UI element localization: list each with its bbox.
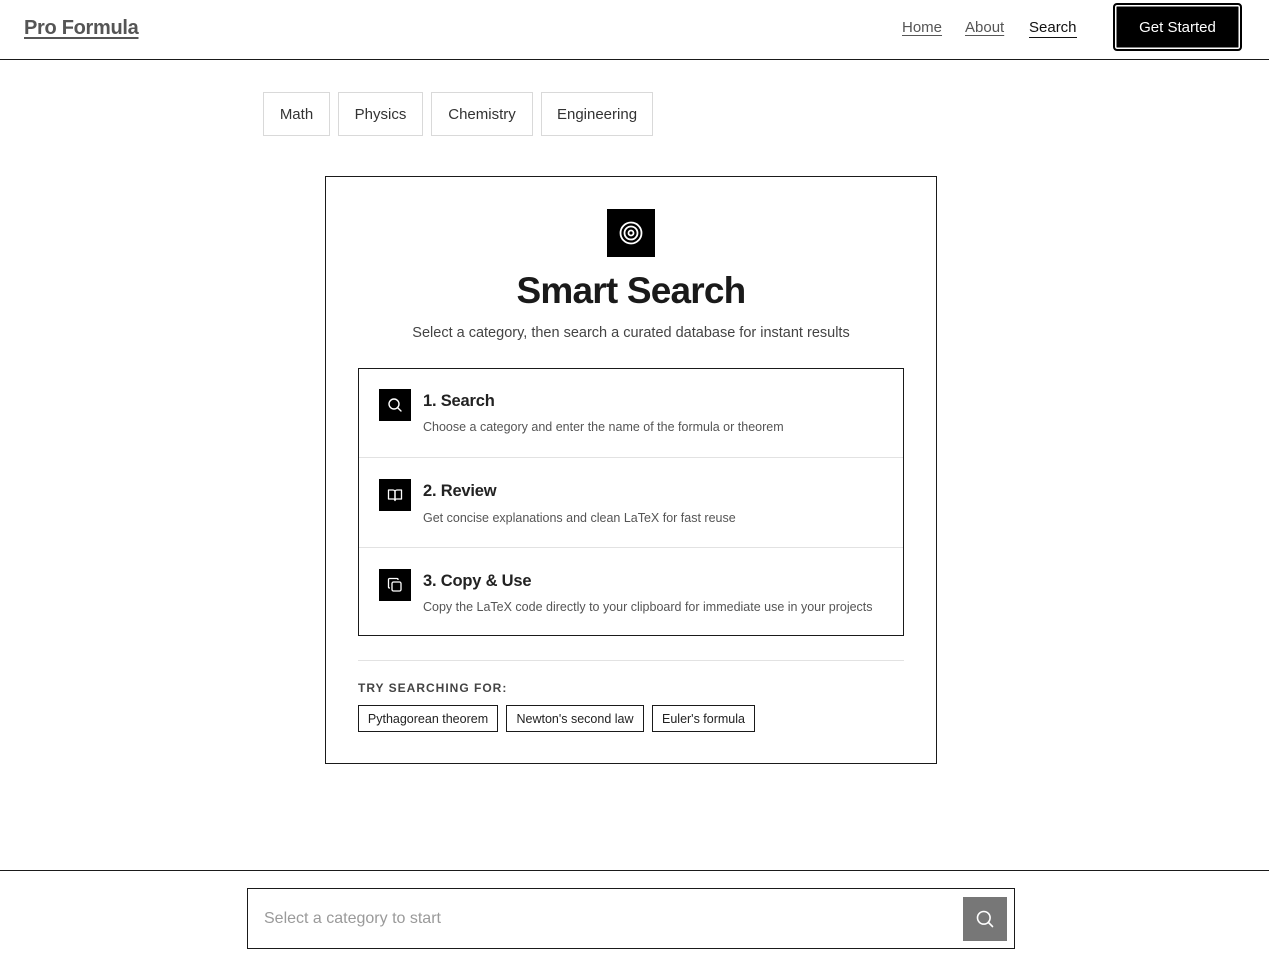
step-description: Get concise explanations and clean LaTeX… (423, 511, 736, 525)
category-tab-math[interactable]: Math (263, 92, 330, 136)
search-icon (975, 909, 995, 929)
bottom-divider (0, 870, 1269, 871)
category-tab-physics[interactable]: Physics (338, 92, 423, 136)
get-started-button[interactable]: Get Started (1113, 3, 1242, 51)
suggestion-chip-euler[interactable]: Euler's formula (652, 705, 755, 732)
book-open-icon (379, 479, 411, 511)
step-item-copy: 3. Copy & Use Copy the LaTeX code direct… (359, 547, 903, 636)
copy-icon (379, 569, 411, 601)
section-divider (358, 660, 904, 661)
suggestion-chip-pythagorean[interactable]: Pythagorean theorem (358, 705, 498, 732)
search-icon (379, 389, 411, 421)
smart-search-card: Smart Search Select a category, then sea… (325, 176, 937, 764)
step-description: Copy the LaTeX code directly to your cli… (423, 600, 873, 614)
step-title: 2. Review (423, 482, 497, 500)
card-title: Smart Search (516, 270, 747, 311)
nav-link-search[interactable]: Search (1029, 19, 1077, 38)
brand-logo-link[interactable]: Pro Formula (24, 17, 139, 40)
step-item-review: 2. Review Get concise explanations and c… (359, 457, 903, 547)
nav-link-home[interactable]: Home (902, 19, 942, 36)
step-title: 1. Search (423, 392, 495, 410)
category-tab-engineering[interactable]: Engineering (541, 92, 653, 136)
search-bar (247, 888, 1015, 949)
step-description: Choose a category and enter the name of … (423, 420, 784, 434)
suggestion-chip-newton[interactable]: Newton's second law (506, 705, 644, 732)
search-input[interactable] (248, 889, 958, 948)
card-subtitle: Select a category, then search a curated… (412, 325, 850, 341)
nav-link-about[interactable]: About (965, 19, 1004, 36)
step-title: 3. Copy & Use (423, 572, 532, 590)
category-tab-chemistry[interactable]: Chemistry (431, 92, 533, 136)
target-icon (607, 209, 655, 257)
step-item-search: 1. Search Choose a category and enter th… (359, 369, 903, 458)
top-navigation-bar: Pro Formula Home About Search Get Starte… (0, 0, 1269, 60)
search-submit-button[interactable] (963, 897, 1007, 941)
try-searching-label: TRY SEARCHING FOR: (358, 681, 508, 695)
steps-list: 1. Search Choose a category and enter th… (358, 368, 904, 636)
